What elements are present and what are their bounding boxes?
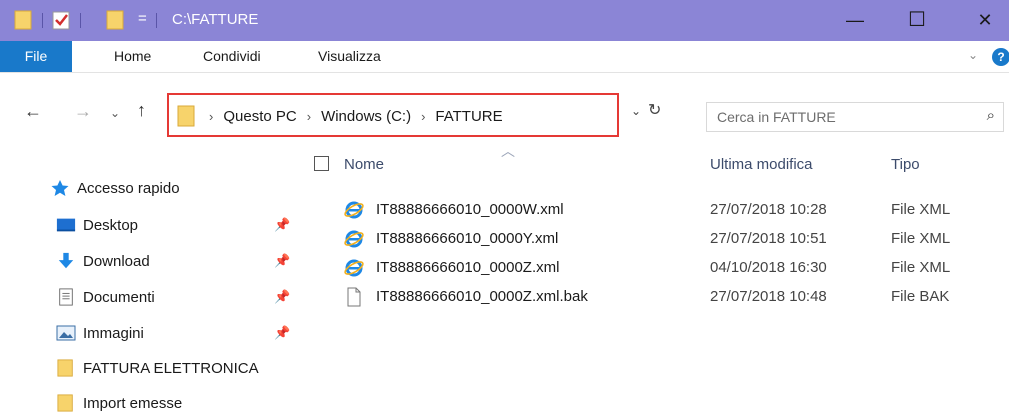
folder-icon [57, 359, 73, 377]
forward-button[interactable]: → [74, 101, 92, 122]
file-type: File XML [891, 259, 951, 276]
file-type: File XML [891, 230, 951, 247]
desktop-icon [56, 218, 76, 232]
breadcrumb-item-fatture[interactable]: FATTURE [435, 108, 502, 125]
column-header-type[interactable]: Tipo [891, 156, 920, 173]
breadcrumb-item-questo-pc[interactable]: Questo PC [223, 108, 296, 125]
table-row[interactable]: IT88886666010_0000W.xml 27/07/2018 10:28… [344, 198, 1004, 222]
sidebar-item-label: Download [83, 252, 150, 270]
pin-icon[interactable]: 📌 [274, 253, 290, 269]
sidebar-item-accesso-rapido[interactable]: Accesso rapido [50, 175, 180, 201]
search-box[interactable]: Cerca in FATTURE ⌕ [706, 102, 1004, 132]
column-header-name[interactable]: Nome [344, 156, 384, 173]
sidebar-item-import-emesse[interactable]: Import emesse [56, 390, 182, 416]
file-name: IT88886666010_0000Z.xml.bak [376, 288, 588, 305]
sidebar-item-label: Import emesse [83, 394, 183, 412]
new-folder-icon[interactable] [106, 9, 124, 31]
sidebar-item-label: Immagini [83, 324, 144, 342]
search-input[interactable]: Cerca in FATTURE [717, 109, 836, 125]
divider [156, 13, 157, 28]
tab-condividi[interactable]: Condividi [203, 41, 261, 72]
file-modified: 27/07/2018 10:51 [710, 230, 827, 247]
file-name: IT88886666010_0000Y.xml [376, 230, 559, 247]
quick-access-dropdown[interactable]: = [138, 10, 147, 32]
sidebar-item-documenti[interactable]: Documenti [56, 284, 155, 310]
breadcrumb-separator: › [209, 108, 214, 124]
ribbon-tabs: File Home Condividi Visualizza ⌄ ? [0, 41, 1009, 73]
file-type: File BAK [891, 288, 950, 305]
sidebar-item-fattura-elettronica[interactable]: FATTURA ELETTRONICA [56, 355, 259, 381]
file-type: File XML [891, 201, 951, 218]
recent-locations-icon[interactable]: ⌄ [110, 106, 120, 120]
refresh-icon[interactable]: ↻ [648, 100, 661, 120]
file-name: IT88886666010_0000W.xml [376, 201, 564, 218]
tab-home[interactable]: Home [114, 41, 151, 72]
sidebar-item-immagini[interactable]: Immagini [56, 320, 144, 346]
breadcrumb-separator[interactable]: › [421, 109, 425, 124]
file-modified: 27/07/2018 10:48 [710, 288, 827, 305]
breadcrumb: › Questo PC › Windows (C:) › FATTURE [177, 105, 503, 127]
folder-icon[interactable] [14, 9, 32, 31]
address-dropdown-icon[interactable]: ⌄ [631, 104, 641, 118]
sidebar-item-desktop[interactable]: Desktop [56, 212, 138, 238]
sort-ascending-icon: ︿ [501, 143, 515, 159]
close-button[interactable]: ✕ [962, 0, 1008, 41]
sidebar-item-label: Accesso rapido [77, 179, 180, 197]
divider [42, 13, 43, 28]
file-modified: 04/10/2018 16:30 [710, 259, 827, 276]
ie-xml-icon [344, 201, 364, 219]
sidebar-item-download[interactable]: Download [56, 248, 150, 274]
tab-visualizza[interactable]: Visualizza [318, 41, 381, 72]
title-bar: = C:\FATTURE — ☐ ✕ [0, 0, 1009, 41]
download-icon [58, 252, 74, 269]
star-icon [51, 180, 69, 196]
back-button[interactable]: ← [24, 101, 42, 122]
file-modified: 27/07/2018 10:28 [710, 201, 827, 218]
help-icon[interactable]: ? [992, 48, 1009, 66]
address-bar[interactable]: › Questo PC › Windows (C:) › FATTURE [167, 93, 619, 137]
blank-file-icon [347, 287, 361, 307]
folder-icon [57, 394, 73, 412]
folder-icon [177, 105, 195, 127]
pin-icon[interactable]: 📌 [274, 325, 290, 341]
search-icon[interactable]: ⌕ [987, 107, 995, 124]
minimize-button[interactable]: — [832, 0, 878, 41]
table-row[interactable]: IT88886666010_0000Z.xml.bak 27/07/2018 1… [344, 285, 1004, 309]
file-name: IT88886666010_0000Z.xml [376, 259, 560, 276]
ie-xml-icon [344, 230, 364, 248]
ie-xml-icon [344, 259, 364, 277]
table-row[interactable]: IT88886666010_0000Z.xml 04/10/2018 16:30… [344, 256, 1004, 280]
breadcrumb-separator[interactable]: › [307, 109, 311, 124]
select-all-checkbox[interactable] [314, 156, 329, 171]
sidebar-item-label: Desktop [83, 216, 139, 234]
pin-icon[interactable]: 📌 [274, 289, 290, 305]
divider [80, 13, 81, 28]
properties-icon[interactable] [52, 9, 70, 31]
maximize-button[interactable]: ☐ [894, 0, 940, 41]
pin-icon[interactable]: 📌 [274, 217, 290, 233]
column-header-modified[interactable]: Ultima modifica [710, 156, 813, 173]
documents-icon [59, 288, 73, 306]
breadcrumb-item-windows-c[interactable]: Windows (C:) [321, 108, 411, 125]
up-button[interactable]: ↑ [137, 100, 146, 121]
pictures-icon [56, 325, 76, 341]
sidebar-item-label: FATTURA ELETTRONICA [83, 359, 259, 377]
window-title: C:\FATTURE [172, 11, 259, 28]
table-row[interactable]: IT88886666010_0000Y.xml 27/07/2018 10:51… [344, 227, 1004, 251]
sidebar-item-label: Documenti [83, 288, 155, 306]
ribbon-expand-icon[interactable]: ⌄ [968, 48, 978, 62]
tab-file[interactable]: File [0, 41, 72, 72]
